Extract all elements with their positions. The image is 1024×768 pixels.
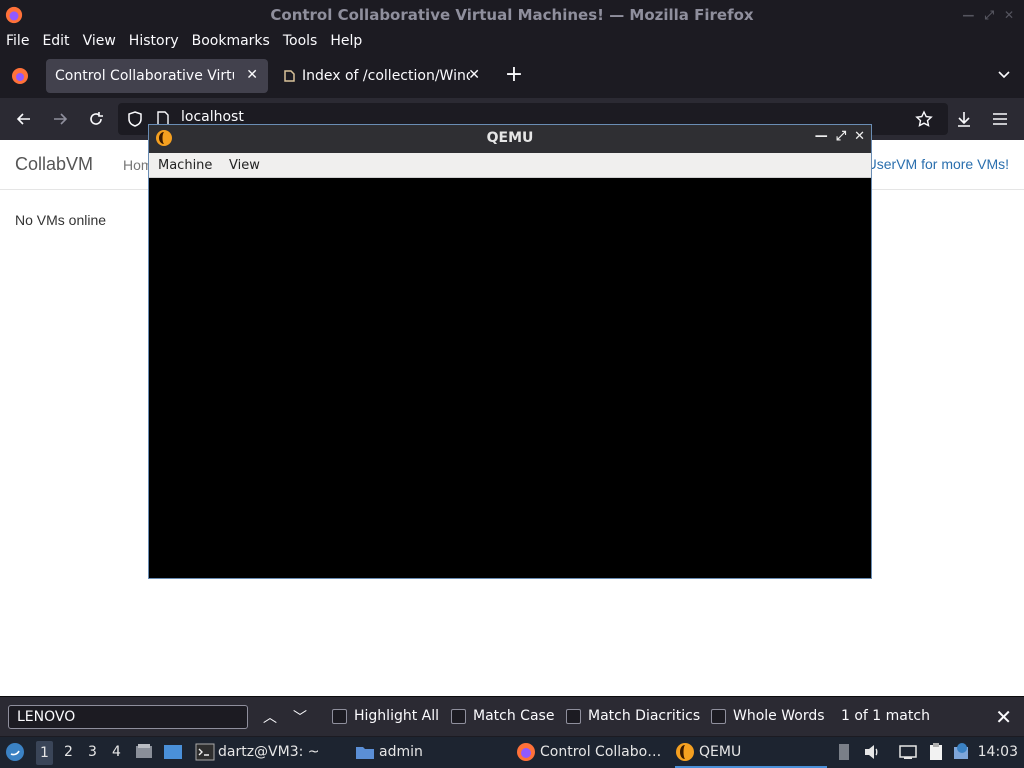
qemu-menubar: Machine View	[149, 153, 871, 178]
match-diacritics-label[interactable]: Match Diacritics	[588, 708, 700, 724]
tab-close-icon[interactable]: ✕	[468, 67, 480, 83]
tab-collabvm[interactable]: Control Collaborative Virtual Machines! …	[46, 59, 268, 93]
volume-icon[interactable]	[862, 742, 882, 762]
clipboard-icon[interactable]	[926, 742, 946, 762]
task-qemu[interactable]: QEMU	[699, 744, 741, 760]
terminal-icon	[195, 743, 215, 761]
uservm-link[interactable]: UserVM for more VMs!	[867, 156, 1009, 172]
download-icon[interactable]	[954, 109, 974, 129]
menubar: File Edit View History Bookmarks Tools H…	[0, 30, 1024, 52]
find-bar: LENOVO ︿ ﹀ Highlight All Match Case Matc…	[0, 696, 1024, 736]
find-previous-icon[interactable]: ︿	[263, 707, 277, 727]
back-icon[interactable]	[14, 109, 34, 129]
workspace-3[interactable]: 3	[88, 744, 97, 760]
menu-view[interactable]: View	[83, 30, 116, 52]
new-tab-button[interactable]: +	[504, 62, 524, 87]
workspace-2[interactable]: 2	[64, 744, 73, 760]
reload-icon[interactable]	[86, 109, 106, 129]
highlight-all-label[interactable]: Highlight All	[354, 708, 439, 724]
window-titlebar: Control Collaborative Virtual Machines! …	[0, 0, 1024, 30]
firefox-view-icon[interactable]	[10, 66, 30, 86]
taskbar: 1 2 3 4 dartz@VM3: ~ admin Control Colla…	[0, 737, 1024, 768]
qemu-close-button[interactable]: ✕	[854, 129, 865, 144]
chevron-down-icon[interactable]	[996, 66, 1012, 82]
firefox-icon	[517, 743, 535, 761]
close-window-button[interactable]: ✕	[1004, 8, 1014, 23]
menu-file[interactable]: File	[6, 30, 29, 52]
collabvm-brand[interactable]: CollabVM	[15, 154, 93, 175]
no-vms-status: No VMs online	[15, 212, 107, 228]
menu-bookmarks[interactable]: Bookmarks	[192, 30, 270, 52]
tab-label: Control Collaborative Virtual Machines!	[55, 68, 234, 84]
qemu-menu-machine[interactable]: Machine	[158, 158, 212, 173]
find-input[interactable]: LENOVO	[8, 705, 248, 729]
url-text[interactable]: localhost	[181, 109, 244, 125]
clock[interactable]: 14:03	[978, 744, 1018, 760]
task-firefox[interactable]: Control Collabo…	[540, 744, 661, 760]
start-menu-icon[interactable]	[5, 742, 25, 762]
workspace-1[interactable]: 1	[36, 741, 53, 765]
task-terminal[interactable]: dartz@VM3: ~	[218, 744, 320, 760]
minimize-window-button[interactable]: —	[962, 8, 974, 23]
whole-words-checkbox[interactable]	[711, 709, 726, 724]
file-manager-icon[interactable]	[134, 742, 154, 762]
menu-history[interactable]: History	[129, 30, 179, 52]
find-next-icon[interactable]: ﹀	[293, 707, 307, 727]
window-title: Control Collaborative Virtual Machines! …	[270, 6, 754, 24]
qemu-minimize-button[interactable]: —	[815, 129, 828, 144]
star-icon[interactable]	[915, 110, 933, 128]
workspace-4[interactable]: 4	[112, 744, 121, 760]
menu-help[interactable]: Help	[330, 30, 362, 52]
page-icon	[284, 70, 295, 82]
match-diacritics-checkbox[interactable]	[566, 709, 581, 724]
whole-words-label[interactable]: Whole Words	[733, 708, 825, 724]
qemu-menu-view[interactable]: View	[229, 158, 260, 173]
tab-index-collection[interactable]: Index of /collection/Windows ✕	[276, 59, 490, 93]
match-case-label[interactable]: Match Case	[473, 708, 554, 724]
menu-edit[interactable]: Edit	[42, 30, 69, 52]
match-case-checkbox[interactable]	[451, 709, 466, 724]
folder-icon	[356, 747, 374, 759]
highlight-all-checkbox[interactable]	[332, 709, 347, 724]
maximize-window-button[interactable]: ⤢	[984, 8, 994, 23]
show-desktop-icon[interactable]	[163, 742, 183, 762]
shield-icon[interactable]	[126, 110, 144, 128]
qemu-titlebar[interactable]: QEMU — ⤢ ✕	[149, 125, 871, 153]
close-icon[interactable]: ✕	[995, 705, 1012, 729]
hamburger-menu-icon[interactable]	[990, 109, 1010, 129]
task-admin-folder[interactable]: admin	[379, 744, 423, 760]
qemu-maximize-button[interactable]: ⤢	[836, 129, 846, 144]
qemu-title: QEMU	[486, 130, 534, 146]
scroll-indicator-icon[interactable]	[834, 742, 854, 762]
qemu-window: QEMU — ⤢ ✕ Machine View	[148, 124, 872, 579]
notification-icon[interactable]	[952, 742, 972, 762]
forward-icon[interactable]	[50, 109, 70, 129]
tab-label: Index of /collection/Windows	[302, 68, 470, 84]
find-result-count: 1 of 1 match	[841, 708, 930, 724]
menu-tools[interactable]: Tools	[283, 30, 318, 52]
network-icon[interactable]	[898, 742, 918, 762]
qemu-icon	[676, 743, 694, 761]
qemu-display[interactable]	[149, 178, 871, 578]
tab-close-icon[interactable]: ✕	[246, 67, 258, 83]
